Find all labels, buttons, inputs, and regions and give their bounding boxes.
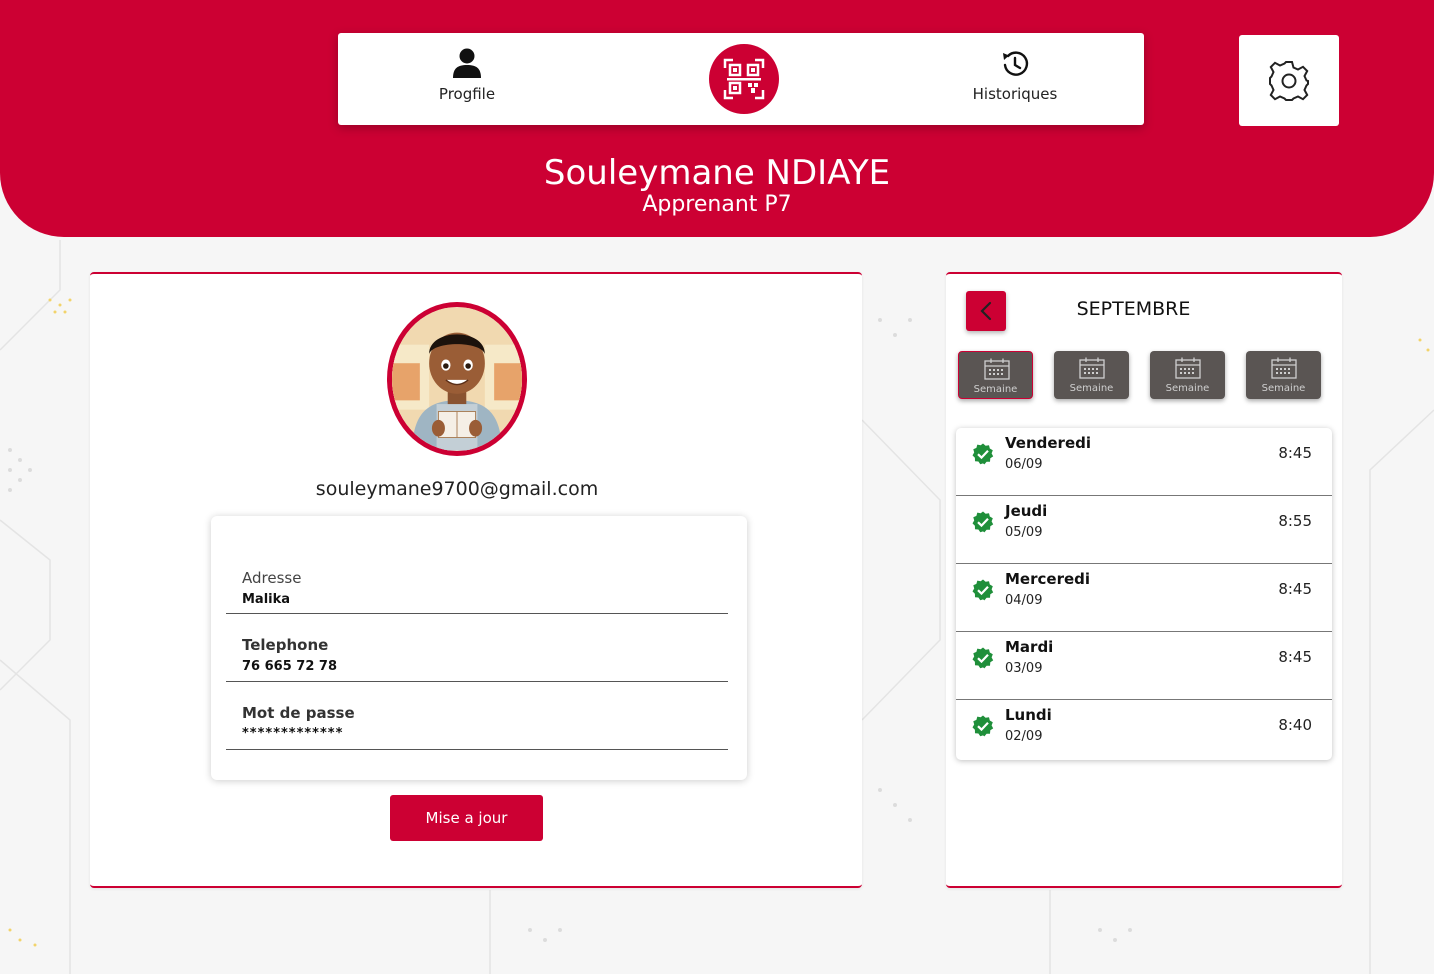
address-value: Malika xyxy=(242,592,291,607)
telephone-field[interactable]: Telephone 76 665 72 78 xyxy=(226,614,728,682)
check-badge-icon xyxy=(972,511,994,533)
attendance-day: Lundi xyxy=(1005,706,1052,724)
person-icon xyxy=(453,48,481,78)
gear-icon xyxy=(1269,60,1309,101)
user-email: souleymane9700@gmail.com xyxy=(315,478,599,500)
week-label: Semaine xyxy=(973,384,1018,395)
address-label: Adresse xyxy=(242,569,302,587)
attendance-date: 04/09 xyxy=(1005,593,1043,608)
week-button-3[interactable]: Semaine xyxy=(1150,351,1225,399)
attendance-row[interactable]: Venderedi 06/09 8:45 xyxy=(956,428,1332,496)
check-badge-icon xyxy=(972,579,994,601)
attendance-time: 8:45 xyxy=(1278,648,1312,666)
telephone-value: 76 665 72 78 xyxy=(242,659,337,674)
password-label: Mot de passe xyxy=(242,704,355,722)
telephone-label: Telephone xyxy=(242,636,329,654)
attendance-row[interactable]: Merceredi 04/09 8:45 xyxy=(956,564,1332,632)
attendance-day: Jeudi xyxy=(1005,502,1048,520)
user-name: Souleymane NDIAYE xyxy=(543,153,891,193)
nav-profile-label: Progfile xyxy=(438,85,496,103)
attendance-date: 02/09 xyxy=(1005,729,1043,744)
password-value: ************* xyxy=(242,726,344,741)
attendance-time: 8:40 xyxy=(1278,716,1312,734)
attendance-date: 03/09 xyxy=(1005,661,1043,676)
profile-info-box: Adresse Malika Telephone 76 665 72 78 Mo… xyxy=(211,516,747,780)
attendance-day: Merceredi xyxy=(1005,570,1091,588)
attendance-day: Mardi xyxy=(1005,638,1054,656)
week-label: Semaine xyxy=(1261,383,1306,394)
header-banner: Progfile Historiques Souleymane NDIAYE A… xyxy=(0,0,1434,237)
attendance-time: 8:45 xyxy=(1278,444,1312,462)
check-badge-icon xyxy=(972,647,994,669)
calendar-icon xyxy=(1079,357,1105,379)
check-badge-icon xyxy=(972,715,994,737)
nav-history[interactable]: Historiques xyxy=(935,47,1095,103)
calendar-icon xyxy=(984,358,1010,380)
profile-card: souleymane9700@gmail.com Adresse Malika … xyxy=(90,272,862,888)
attendance-date: 05/09 xyxy=(1005,525,1043,540)
nav-profile[interactable]: Progfile xyxy=(387,47,547,103)
nav-history-label: Historiques xyxy=(972,85,1058,103)
attendance-date: 06/09 xyxy=(1005,457,1043,472)
history-icon xyxy=(1003,51,1029,76)
attendance-time: 8:55 xyxy=(1278,512,1312,530)
update-button[interactable]: Mise a jour xyxy=(390,795,543,841)
attendance-day: Venderedi xyxy=(1005,434,1092,452)
address-field[interactable]: Adresse Malika xyxy=(226,546,728,614)
chevron-left-icon xyxy=(980,301,992,321)
week-label: Semaine xyxy=(1069,383,1114,394)
month-title: SEPTEMBRE xyxy=(1076,298,1191,320)
attendance-row[interactable]: Mardi 03/09 8:45 xyxy=(956,632,1332,700)
attendance-row[interactable]: Lundi 02/09 8:40 xyxy=(956,700,1332,760)
calendar-icon xyxy=(1271,357,1297,379)
attendance-card: SEPTEMBRE Semaine Semaine Semaine Semain… xyxy=(946,272,1342,888)
previous-month-button[interactable] xyxy=(966,291,1006,331)
avatar-illustration xyxy=(392,307,522,451)
week-button-2[interactable]: Semaine xyxy=(1054,351,1129,399)
top-nav-bar: Progfile Historiques xyxy=(338,33,1144,125)
avatar xyxy=(387,302,527,456)
settings-button[interactable] xyxy=(1239,35,1339,126)
calendar-icon xyxy=(1175,357,1201,379)
week-button-1[interactable]: Semaine xyxy=(958,351,1033,399)
check-badge-icon xyxy=(972,443,994,465)
attendance-time: 8:45 xyxy=(1278,580,1312,598)
attendance-row[interactable]: Jeudi 05/09 8:55 xyxy=(956,496,1332,564)
attendance-list: Venderedi 06/09 8:45 Jeudi 05/09 8:55 Me… xyxy=(956,428,1332,760)
password-field[interactable]: Mot de passe ************* xyxy=(226,682,728,750)
qr-code-icon xyxy=(723,58,765,100)
week-button-4[interactable]: Semaine xyxy=(1246,351,1321,399)
qr-scan-button[interactable] xyxy=(709,44,779,114)
user-role: Apprenant P7 xyxy=(642,192,792,217)
week-label: Semaine xyxy=(1165,383,1210,394)
